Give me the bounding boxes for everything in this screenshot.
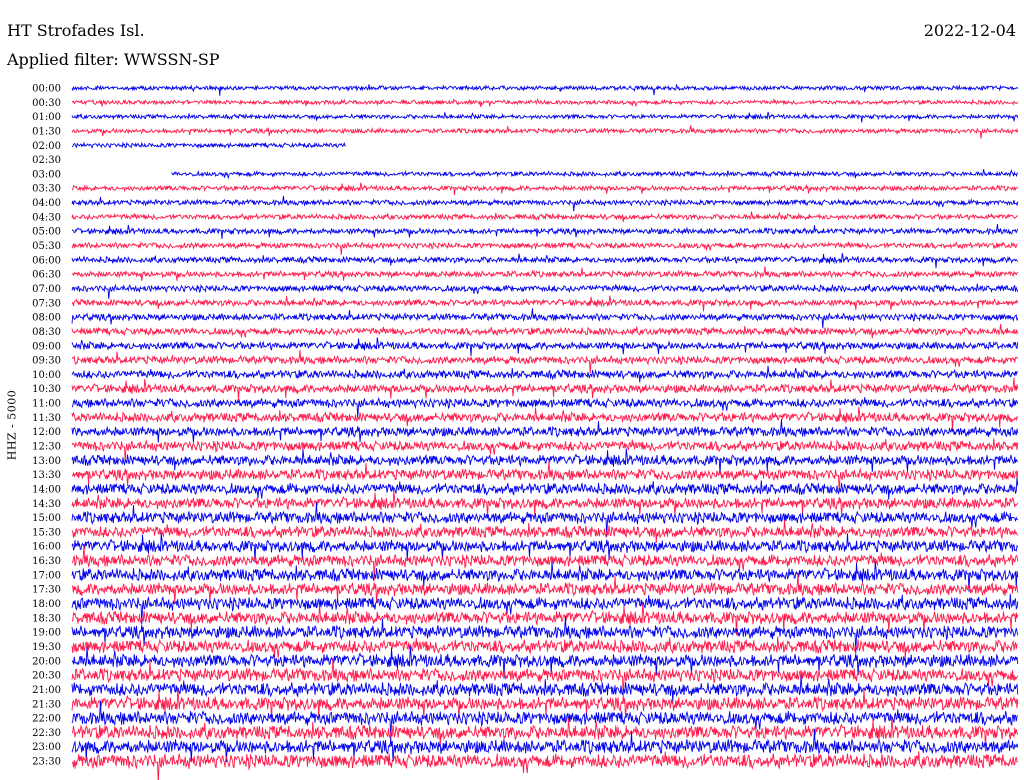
trace-row-1000 (71, 365, 1018, 383)
trace-row-0630 (71, 266, 1019, 281)
trace-row-0930 (71, 349, 1019, 374)
trace-row-0500 (71, 223, 1019, 239)
time-tick-label: 13:30 (32, 470, 61, 481)
time-tick-label: 02:00 (32, 141, 61, 152)
seismogram-plot: 00:00 00:30 01:00 01:30 02:00 02:30 03:00 03:30… (32, 84, 1019, 780)
trace-row-1930 (71, 636, 1018, 660)
trace-row-1400 (71, 477, 1019, 500)
time-tick-label: 03:30 (32, 184, 61, 195)
trace-row-1300 (71, 448, 1019, 475)
time-tick-labels: 00:00 00:30 01:00 01:30 02:00 02:30 03:00 03:30… (32, 84, 61, 768)
trace-row-1630 (71, 545, 1019, 581)
time-tick-label: 08:00 (32, 313, 61, 324)
time-tick-label: 12:30 (32, 442, 61, 453)
trace-row-0830 (71, 323, 1019, 339)
trace-row-1430 (71, 490, 1019, 519)
trace-row-0700 (71, 283, 1019, 300)
trace-row-0900 (71, 337, 1019, 357)
trace-row-0430 (71, 211, 1019, 222)
time-tick-label: 16:30 (32, 556, 61, 567)
time-tick-label: 20:30 (32, 671, 61, 682)
time-tick-label: 12:00 (32, 427, 61, 438)
time-tick-label: 23:00 (32, 742, 61, 753)
time-tick-label: 05:00 (32, 227, 61, 238)
time-tick-label: 22:00 (32, 714, 61, 725)
time-tick-label: 09:30 (32, 356, 61, 367)
time-tick-label: 19:30 (32, 642, 61, 653)
time-tick-label: 00:00 (32, 84, 61, 95)
trace-row-0100 (71, 111, 1019, 123)
trace-row-1130 (71, 406, 1019, 431)
trace-row-1030 (71, 377, 1019, 401)
trace-row-0330 (71, 182, 1019, 195)
trace-row-0730 (71, 295, 1019, 312)
time-tick-label: 17:00 (32, 570, 61, 581)
trace-row-1530 (71, 519, 1019, 544)
trace-row-0130 (71, 125, 1019, 139)
trace-row-2330 (71, 751, 1019, 780)
trace-row-0800 (71, 308, 1019, 329)
time-tick-label: 11:30 (32, 413, 61, 424)
time-tick-label: 22:30 (32, 728, 61, 739)
time-tick-label: 15:30 (32, 527, 61, 538)
trace-row-0000 (71, 84, 1019, 96)
trace-row-0530 (71, 241, 1019, 255)
time-tick-label: 08:30 (32, 327, 61, 338)
trace-row-0200 (71, 141, 347, 150)
time-tick-label: 00:30 (32, 98, 61, 109)
trace-row-0400 (71, 195, 1019, 212)
time-tick-label: 06:30 (32, 270, 61, 281)
time-tick-label: 01:00 (32, 112, 61, 123)
time-tick-label: 17:30 (32, 585, 61, 596)
time-tick-label: 18:30 (32, 613, 61, 624)
time-tick-label: 01:30 (32, 126, 61, 137)
time-tick-label: 07:30 (32, 298, 61, 309)
time-tick-label: 20:00 (32, 656, 61, 667)
time-tick-label: 06:00 (32, 255, 61, 266)
time-tick-label: 10:30 (32, 384, 61, 395)
trace-row-1100 (71, 396, 1019, 418)
trace-row-0600 (71, 253, 1019, 269)
trace-rows (71, 84, 1019, 780)
time-tick-label: 14:00 (32, 484, 61, 495)
time-tick-label: 11:00 (32, 399, 61, 410)
time-tick-label: 14:30 (32, 499, 61, 510)
time-tick-label: 04:30 (32, 212, 61, 223)
time-tick-label: 09:00 (32, 341, 61, 352)
time-tick-label: 18:00 (32, 599, 61, 610)
trace-row-0030 (71, 97, 1019, 108)
trace-row-0300 (171, 169, 1018, 180)
time-tick-label: 21:00 (32, 685, 61, 696)
trace-row-1200 (71, 419, 1019, 443)
time-tick-label: 16:00 (32, 542, 61, 553)
time-tick-label: 02:30 (32, 155, 61, 166)
time-tick-label: 10:00 (32, 370, 61, 381)
time-tick-label: 07:00 (32, 284, 61, 295)
time-tick-label: 21:30 (32, 699, 61, 710)
time-tick-label: 15:00 (32, 513, 61, 524)
time-tick-label: 19:00 (32, 628, 61, 639)
time-tick-label: 05:30 (32, 241, 61, 252)
time-tick-label: 04:00 (32, 198, 61, 209)
helicorder-page: HT Strofades Isl. 2022-12-04 Applied fil… (0, 0, 1024, 780)
time-tick-label: 13:00 (32, 456, 61, 467)
time-tick-label: 03:00 (32, 169, 61, 180)
time-tick-label: 23:30 (32, 757, 61, 768)
